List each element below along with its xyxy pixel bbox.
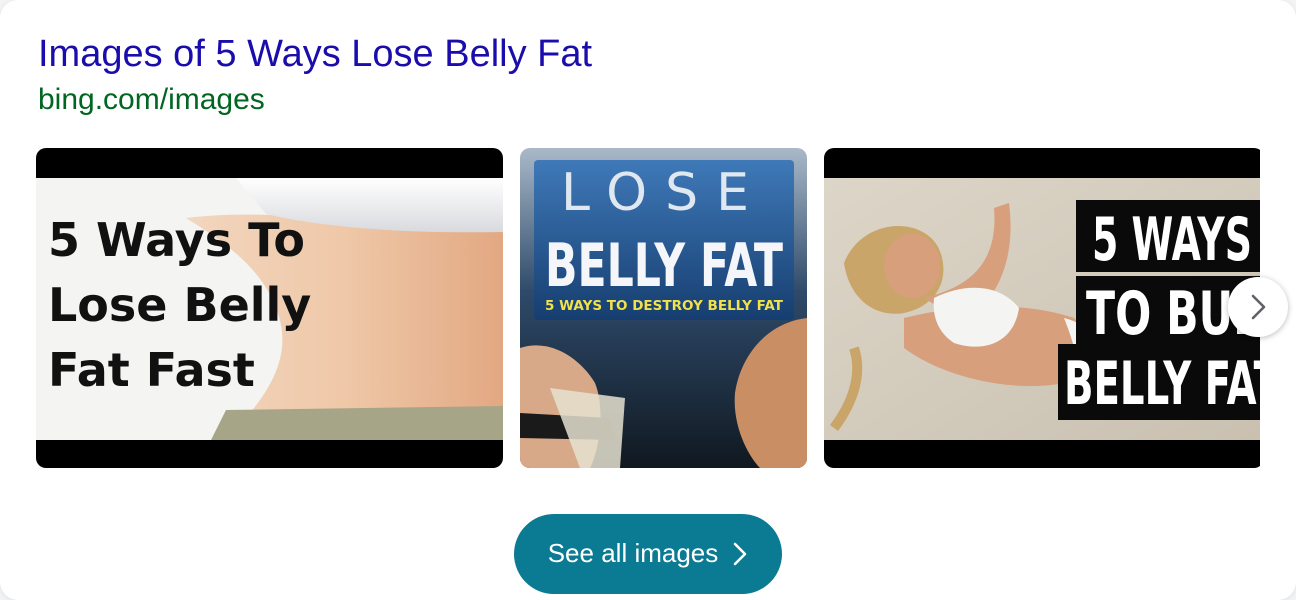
carousel-next-button[interactable] <box>1228 277 1288 337</box>
thumb2-sub-text: 5 WAYS TO DESTROY BELLY FAT <box>545 299 783 314</box>
result-source-url: bing.com/images <box>38 83 265 116</box>
ab-workout-photo: 5 WAYS TO BUR BELLY FAT <box>824 148 1260 468</box>
thumb3-line3: BELLY FAT <box>1064 349 1260 419</box>
image-result-card: Images of 5 Ways Lose Belly Fat bing.com… <box>0 0 1296 600</box>
thumb2-main-text: BELLY FAT <box>545 231 783 301</box>
image-carousel: 5 Ways To Lose Belly Fat Fast LOSE BELLY… <box>36 148 1260 468</box>
thumb3-line1: 5 WAYS <box>1092 205 1252 275</box>
thumb1-line2: Lose Belly <box>48 278 311 332</box>
image-thumbnail-3[interactable]: 5 WAYS TO BUR BELLY FAT <box>824 148 1260 468</box>
belly-fat-photo-1: 5 Ways To Lose Belly Fat Fast <box>36 148 503 468</box>
thumb1-line1: 5 Ways To <box>48 213 305 267</box>
see-all-images-button[interactable]: See all images <box>514 514 782 594</box>
image-thumbnail-1[interactable]: 5 Ways To Lose Belly Fat Fast <box>36 148 503 468</box>
lose-belly-fat-cover: LOSE BELLY FAT 5 WAYS TO DESTROY BELLY F… <box>520 148 807 468</box>
chevron-right-icon <box>1251 294 1266 320</box>
thumb2-top-text: LOSE <box>561 163 767 223</box>
image-thumbnail-2[interactable]: LOSE BELLY FAT 5 WAYS TO DESTROY BELLY F… <box>520 148 807 468</box>
thumb1-line3: Fat Fast <box>48 343 255 397</box>
result-title-link[interactable]: Images of 5 Ways Lose Belly Fat <box>38 32 592 76</box>
